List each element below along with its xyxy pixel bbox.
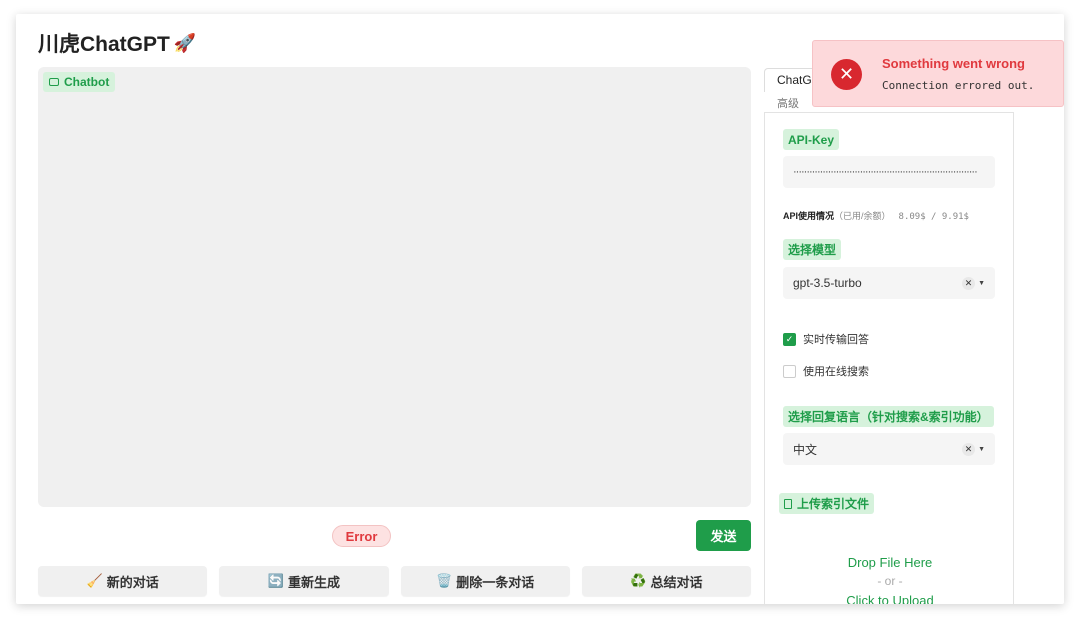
regenerate-button[interactable]: 🔄 重新生成 bbox=[219, 566, 388, 596]
new-conversation-button[interactable]: 🧹 新的对话 bbox=[38, 566, 207, 596]
language-value: 中文 bbox=[793, 441, 817, 458]
recycle-icon: ♻️ bbox=[630, 573, 646, 589]
close-circle-icon[interactable]: ✕ bbox=[831, 59, 862, 90]
file-dropzone[interactable]: Drop File Here - or - Click to Upload bbox=[765, 553, 1015, 604]
upload-index-label-text: 上传索引文件 bbox=[797, 495, 869, 512]
error-status-badge: Error bbox=[332, 525, 391, 547]
search-checkbox[interactable] bbox=[783, 365, 796, 378]
model-dropdown-controls: ✕ ▼ bbox=[962, 277, 985, 290]
app-title-text: 川虎ChatGPT bbox=[38, 28, 170, 58]
toast-title: Something went wrong bbox=[882, 56, 1025, 71]
toast-message: Connection errored out. bbox=[882, 79, 1034, 92]
error-toast: ✕ Something went wrong Connection errore… bbox=[812, 40, 1064, 107]
action-buttons: 🧹 新的对话 🔄 重新生成 🗑️ 删除一条对话 ♻️ 总结对话 bbox=[38, 566, 751, 596]
chatbot-panel[interactable]: Chatbot bbox=[38, 67, 751, 507]
api-usage-label: API使用情况 bbox=[783, 211, 834, 221]
stream-label: 实时传输回答 bbox=[803, 331, 869, 347]
model-value: gpt-3.5-turbo bbox=[793, 276, 862, 290]
clear-language-icon[interactable]: ✕ bbox=[962, 443, 975, 456]
language-dropdown-controls: ✕ ▼ bbox=[962, 443, 985, 456]
new-conversation-label: 新的对话 bbox=[107, 572, 159, 591]
api-key-label: API-Key bbox=[783, 129, 839, 150]
regenerate-label: 重新生成 bbox=[288, 572, 340, 591]
api-key-input[interactable]: ········································… bbox=[783, 156, 995, 188]
tab-advanced[interactable]: 高级 bbox=[777, 95, 799, 111]
or-text: - or - bbox=[765, 572, 1015, 591]
chat-bubble-icon bbox=[49, 78, 59, 86]
trash-icon: 🗑️ bbox=[436, 573, 452, 589]
send-button[interactable]: 发送 bbox=[696, 520, 751, 551]
drop-file-text: Drop File Here bbox=[765, 553, 1015, 572]
language-label: 选择回复语言（针对搜索&索引功能） bbox=[783, 406, 994, 427]
chevron-down-icon[interactable]: ▼ bbox=[978, 280, 985, 287]
model-dropdown[interactable]: gpt-3.5-turbo ✕ ▼ bbox=[783, 267, 995, 299]
settings-panel: API-Key ································… bbox=[764, 112, 1014, 604]
summarize-label: 总结对话 bbox=[650, 572, 702, 591]
broom-icon: 🧹 bbox=[87, 573, 103, 589]
upload-index-label: 上传索引文件 bbox=[779, 493, 874, 514]
delete-message-label: 删除一条对话 bbox=[456, 572, 534, 591]
chatbot-label: Chatbot bbox=[43, 72, 115, 92]
search-label: 使用在线搜索 bbox=[803, 363, 869, 379]
api-usage-hint: （已用/余额） bbox=[834, 211, 891, 221]
clear-model-icon[interactable]: ✕ bbox=[962, 277, 975, 290]
search-option[interactable]: 使用在线搜索 bbox=[783, 363, 869, 379]
chatbot-label-text: Chatbot bbox=[64, 75, 109, 89]
rocket-icon: 🚀 bbox=[174, 33, 196, 54]
summarize-button[interactable]: ♻️ 总结对话 bbox=[582, 566, 751, 596]
app-title: 川虎ChatGPT 🚀 bbox=[38, 28, 196, 58]
file-icon bbox=[784, 499, 792, 509]
delete-message-button[interactable]: 🗑️ 删除一条对话 bbox=[401, 566, 570, 596]
model-label: 选择模型 bbox=[783, 239, 841, 260]
api-usage: API使用情况（已用/余额） 8.09$ / 9.91$ bbox=[783, 209, 969, 222]
language-dropdown[interactable]: 中文 ✕ ▼ bbox=[783, 433, 995, 465]
stream-option[interactable]: ✓ 实时传输回答 bbox=[783, 331, 869, 347]
api-usage-value: 8.09$ / 9.91$ bbox=[899, 212, 969, 222]
stream-checkbox[interactable]: ✓ bbox=[783, 333, 796, 346]
click-to-upload-text[interactable]: Click to Upload bbox=[765, 591, 1015, 604]
refresh-icon: 🔄 bbox=[268, 573, 284, 589]
chevron-down-icon[interactable]: ▼ bbox=[978, 446, 985, 453]
